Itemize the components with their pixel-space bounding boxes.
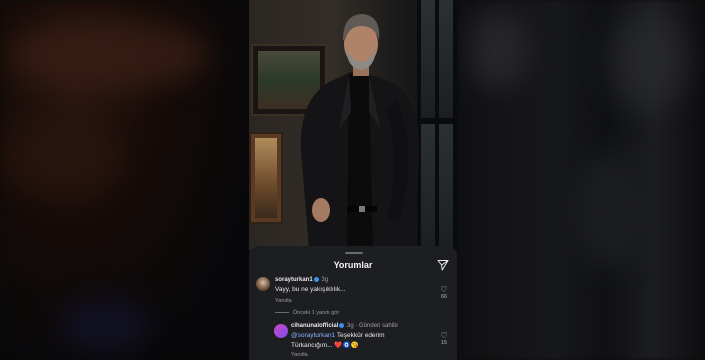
blurred-backdrop-right <box>458 0 705 360</box>
reply-button[interactable]: Yanıtla <box>275 298 292 304</box>
comment-username[interactable]: sorayturkan1 3g <box>275 277 328 283</box>
reply-time: 3g <box>347 323 354 330</box>
sheet-title: Yorumlar <box>333 260 373 270</box>
like-control[interactable]: ♡ 15 <box>437 332 451 347</box>
verified-badge-icon <box>339 323 345 328</box>
reply-emojis: ❤️🧿😘 <box>334 342 359 349</box>
blurred-backdrop-left <box>0 0 249 360</box>
paper-plane-icon[interactable] <box>437 259 449 271</box>
reply-username[interactable]: cihanunalofficial 3g · Gönderi sahibi <box>291 323 398 329</box>
view-previous-text[interactable]: Önceki 1 yanıtı gör <box>293 310 339 316</box>
like-count: 66 <box>440 294 448 300</box>
comments-sheet: Yorumlar sorayturkan1 3g Vayy, bu ne yak… <box>249 246 457 360</box>
reply-button[interactable]: Yanıtla <box>291 352 308 358</box>
author-tag: Gönderi sahibi <box>359 323 398 330</box>
phone-screen: Yorumlar sorayturkan1 3g Vayy, bu ne yak… <box>249 0 457 360</box>
reply-text: Türkancığım... <box>291 342 333 349</box>
comment-item: sorayturkan1 3g Vayy, bu ne yakışıklılık… <box>255 276 451 310</box>
mention-link[interactable]: @sorayturkan1 <box>291 332 335 339</box>
drag-handle[interactable] <box>345 252 363 254</box>
like-control[interactable]: ♡ 66 <box>437 286 451 301</box>
heart-icon[interactable]: ♡ <box>437 332 451 340</box>
heart-icon[interactable]: ♡ <box>437 286 451 294</box>
like-count: 15 <box>440 340 448 346</box>
reply-item: cihanunalofficial 3g · Gönderi sahibi @s… <box>255 322 451 360</box>
view-previous-replies[interactable]: Önceki 1 yanıtı gör <box>275 310 339 316</box>
post-photo[interactable] <box>249 0 457 250</box>
username-text[interactable]: cihanunalofficial <box>291 323 338 329</box>
verified-badge-icon <box>313 277 319 282</box>
avatar[interactable] <box>256 277 270 291</box>
comment-text: Vayy, bu ne yakışıklılık... <box>275 286 346 293</box>
thread-line <box>275 312 289 314</box>
comment-time: 3g <box>321 277 329 284</box>
reply-text-line2: Türkancığım... ❤️🧿😘 <box>291 341 359 349</box>
reply-text: Teşekkür ederim <box>336 332 385 339</box>
man-in-black-suit <box>300 14 419 250</box>
username-text[interactable]: sorayturkan1 <box>275 277 313 283</box>
reply-text-line1: @sorayturkan1 Teşekkür ederim <box>291 332 385 339</box>
avatar[interactable] <box>273 323 289 339</box>
